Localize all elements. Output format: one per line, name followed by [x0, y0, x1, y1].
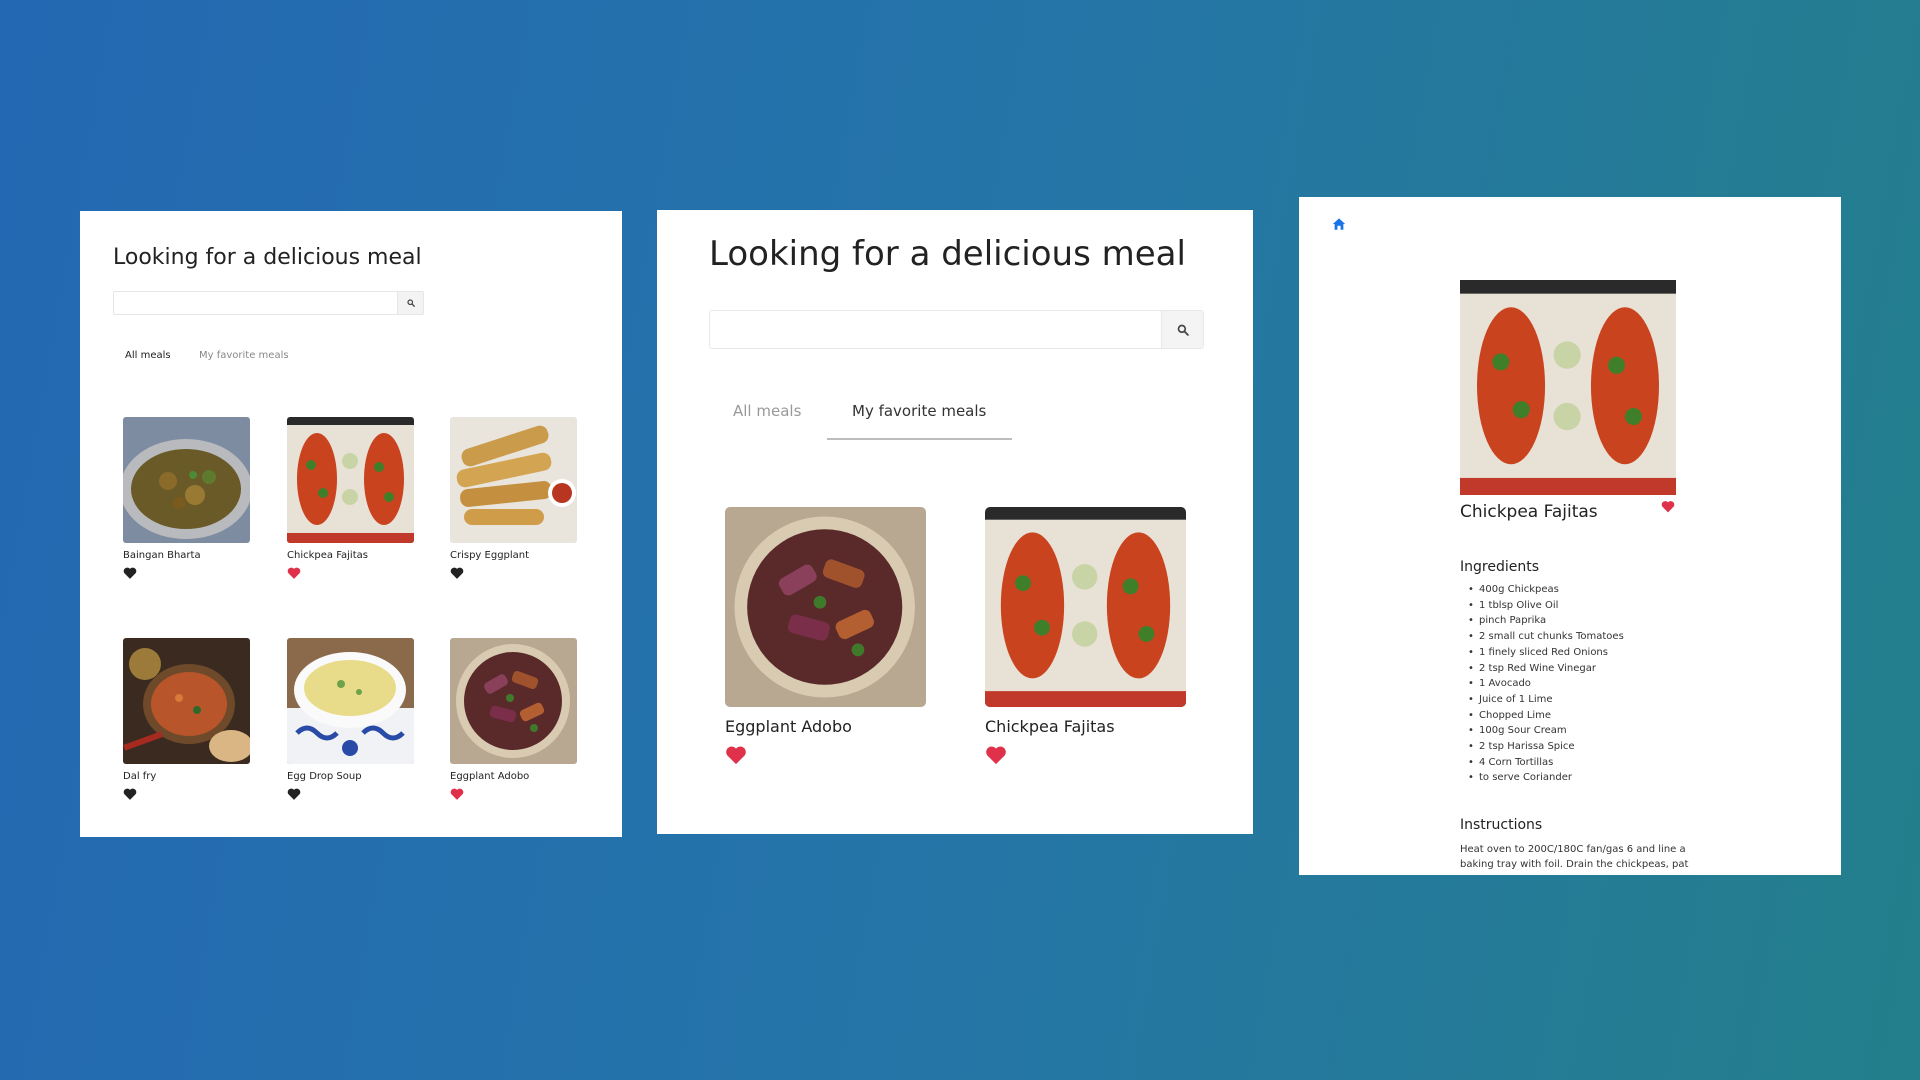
meal-card[interactable]: Crispy Eggplant: [450, 417, 577, 580]
heart-icon[interactable]: [450, 787, 464, 801]
all-meals-screen: Looking for a delicious meal All meals M…: [80, 211, 622, 837]
meal-card[interactable]: Chickpea Fajitas: [985, 507, 1186, 765]
meal-image-fajitas[interactable]: [287, 417, 414, 543]
meal-title: Chickpea Fajitas: [1460, 502, 1598, 522]
meal-card[interactable]: Dal fry: [123, 638, 250, 801]
instructions-text: Heat oven to 200C/180C fan/gas 6 and lin…: [1460, 844, 1689, 870]
meal-name[interactable]: Dal fry: [123, 771, 250, 782]
meal-name[interactable]: Egg Drop Soup: [287, 771, 414, 782]
heart-icon[interactable]: [287, 787, 301, 801]
ingredient-item: 400g Chickpeas: [1468, 582, 1624, 598]
ingredient-item: 100g Sour Cream: [1468, 723, 1624, 739]
meal-image-adobo[interactable]: [725, 507, 926, 707]
heart-icon[interactable]: [450, 566, 464, 580]
meal-name[interactable]: Crispy Eggplant: [450, 550, 577, 561]
search-icon: [1177, 324, 1189, 336]
meal-card[interactable]: Chickpea Fajitas: [287, 417, 414, 580]
ingredient-item: 2 small cut chunks Tomatoes: [1468, 629, 1624, 645]
ingredient-item: 1 tblsp Olive Oil: [1468, 598, 1624, 614]
meal-card[interactable]: Egg Drop Soup: [287, 638, 414, 801]
search-input[interactable]: [113, 291, 424, 315]
meal-name[interactable]: Eggplant Adobo: [725, 717, 926, 736]
home-icon[interactable]: [1332, 217, 1346, 231]
heart-icon[interactable]: [123, 787, 137, 801]
page-title: Looking for a delicious meal: [113, 245, 422, 270]
meal-card[interactable]: Eggplant Adobo: [450, 638, 577, 801]
tab-favorite-meals[interactable]: My favorite meals: [199, 350, 289, 361]
heart-icon[interactable]: [1661, 500, 1675, 513]
meal-name[interactable]: Chickpea Fajitas: [985, 717, 1186, 736]
meal-image-soup[interactable]: [287, 638, 414, 764]
page-title: Looking for a delicious meal: [709, 234, 1186, 274]
ingredient-item: 4 Corn Tortillas: [1468, 755, 1624, 771]
ingredients-heading: Ingredients: [1460, 559, 1539, 575]
tab-all-meals[interactable]: All meals: [733, 402, 801, 420]
heart-icon[interactable]: [725, 745, 747, 765]
ingredients-list: 400g Chickpeas 1 tblsp Olive Oil pinch P…: [1468, 582, 1624, 786]
search-icon: [406, 299, 415, 307]
meal-image-baingan[interactable]: [123, 417, 250, 543]
heart-icon[interactable]: [985, 745, 1007, 765]
active-tab-indicator: [827, 438, 1012, 440]
heart-icon[interactable]: [287, 566, 301, 580]
search-button[interactable]: [1161, 311, 1203, 348]
meal-detail-screen: Chickpea Fajitas Ingredients 400g Chickp…: [1299, 197, 1841, 875]
ingredient-item: Juice of 1 Lime: [1468, 692, 1624, 708]
ingredient-item: pinch Paprika: [1468, 613, 1624, 629]
ingredient-item: to serve Coriander: [1468, 770, 1624, 786]
tab-favorite-meals[interactable]: My favorite meals: [852, 402, 986, 420]
meal-name[interactable]: Chickpea Fajitas: [287, 550, 414, 561]
ingredient-item: 1 finely sliced Red Onions: [1468, 645, 1624, 661]
ingredient-item: 2 tsp Harissa Spice: [1468, 739, 1624, 755]
search-input[interactable]: [709, 310, 1204, 349]
meal-card[interactable]: Eggplant Adobo: [725, 507, 926, 765]
ingredient-item: 2 tsp Red Wine Vinegar: [1468, 661, 1624, 677]
ingredient-item: Chopped Lime: [1468, 708, 1624, 724]
meal-name[interactable]: Eggplant Adobo: [450, 771, 577, 782]
meal-card[interactable]: Baingan Bharta: [123, 417, 250, 580]
meal-image-fajitas[interactable]: [985, 507, 1186, 707]
meal-image-adobo[interactable]: [450, 638, 577, 764]
meal-image-crispy[interactable]: [450, 417, 577, 543]
search-button[interactable]: [397, 292, 423, 314]
instructions-heading: Instructions: [1460, 817, 1543, 833]
meal-image-dal[interactable]: [123, 638, 250, 764]
favorite-meals-screen: Looking for a delicious meal All meals M…: [657, 210, 1253, 834]
tab-all-meals[interactable]: All meals: [125, 350, 171, 361]
meal-detail-image: [1460, 280, 1676, 495]
ingredient-item: 1 Avocado: [1468, 676, 1624, 692]
heart-icon[interactable]: [123, 566, 137, 580]
meal-name[interactable]: Baingan Bharta: [123, 550, 250, 561]
